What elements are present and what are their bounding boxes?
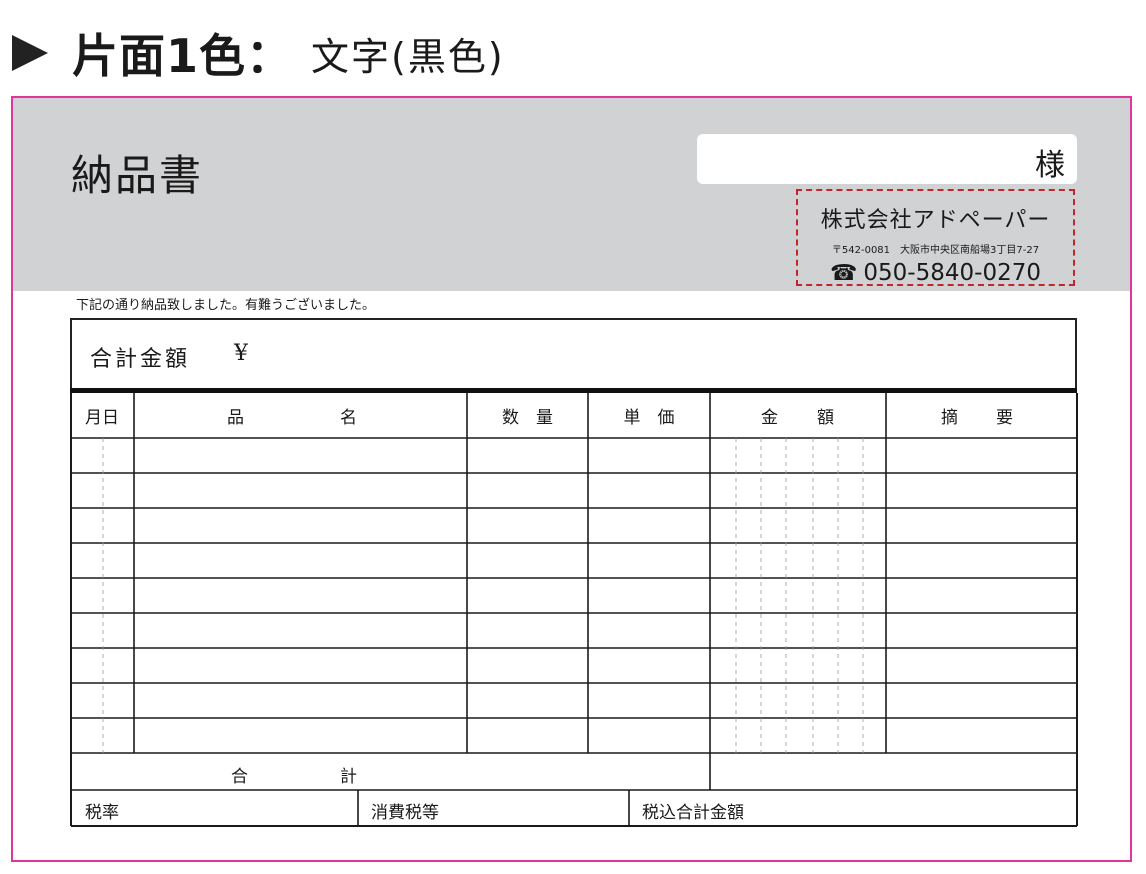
header-unit-price: 単 価 xyxy=(623,408,675,428)
heading-rest: 文字(黒色) xyxy=(311,34,505,79)
subtotal-label-left: 合 xyxy=(231,767,248,787)
header-amount-left: 金 xyxy=(761,408,778,428)
header-remarks-right: 要 xyxy=(996,408,1013,428)
subtotal-label-right: 計 xyxy=(340,767,357,787)
consumption-tax-label: 消費税等 xyxy=(371,803,439,823)
header-date: 月日 xyxy=(85,408,119,428)
header-amount-right: 額 xyxy=(817,408,834,428)
header-remarks-left: 摘 xyxy=(941,408,958,428)
header-quantity: 数 量 xyxy=(502,408,553,428)
delivery-slip-form: 納品書 様 株式会社アドペーパー 〒542-0081 大阪市中央区南船場3丁目7… xyxy=(11,96,1132,862)
total-with-tax-label: 税込合計金額 xyxy=(642,803,744,823)
heading-bold: 片面1色： xyxy=(72,29,294,83)
header-item-right: 名 xyxy=(340,408,357,428)
triangle-bullet-icon xyxy=(12,35,48,71)
tax-rate-label: 税率 xyxy=(85,803,119,823)
page-heading: 片面1色： 文字(黒色) xyxy=(12,18,505,88)
header-item-left: 品 xyxy=(227,408,244,428)
items-table-grid xyxy=(70,393,1078,827)
